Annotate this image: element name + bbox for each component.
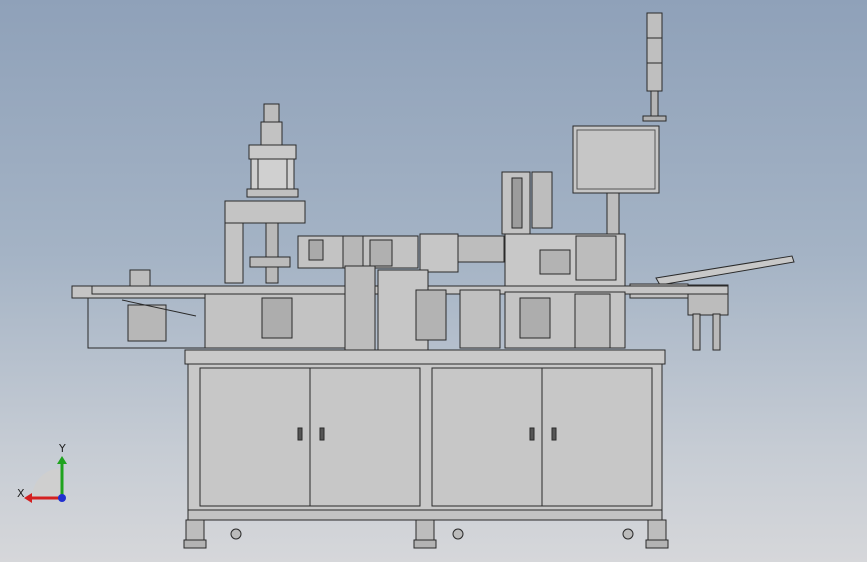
y-axis-head bbox=[57, 456, 67, 464]
table-top[interactable] bbox=[184, 349, 666, 365]
x-axis-head bbox=[24, 493, 32, 503]
signal-tower[interactable] bbox=[642, 12, 667, 122]
press-cylinder[interactable] bbox=[224, 103, 306, 284]
y-axis-label: Y bbox=[59, 442, 66, 455]
x-axis-label: X bbox=[17, 487, 25, 500]
cabinet[interactable] bbox=[187, 363, 663, 521]
hmi-panel[interactable] bbox=[572, 125, 660, 239]
work-stations[interactable] bbox=[91, 265, 729, 351]
right-feeder[interactable] bbox=[629, 255, 795, 351]
cad-viewport[interactable]: X Y bbox=[0, 0, 867, 562]
leveling-feet[interactable] bbox=[183, 519, 669, 549]
z-axis-dot bbox=[58, 494, 66, 502]
assembly-machine-model[interactable] bbox=[0, 0, 867, 562]
triad-plane bbox=[32, 468, 62, 498]
